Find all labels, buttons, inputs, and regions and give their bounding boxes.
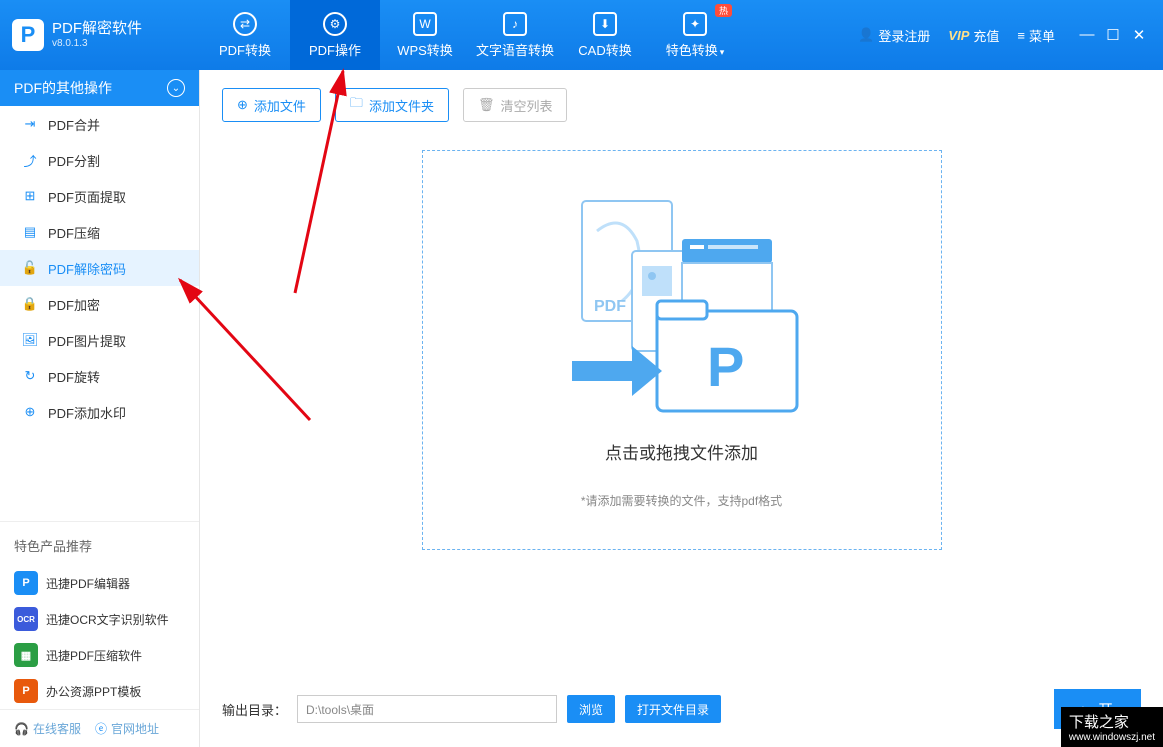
sidebar-item-compress[interactable]: ▤PDF压缩 xyxy=(0,214,199,250)
sidebar-item-split[interactable]: ⤴PDF分割 xyxy=(0,142,199,178)
promo-pdf-editor[interactable]: P迅捷PDF编辑器 xyxy=(0,565,199,601)
output-bar: 输出目录： 浏览 打开文件目录 ▸ 开 xyxy=(222,669,1141,729)
content-area: ⊕添加文件 🗀添加文件夹 🗑清空列表 PDF xyxy=(200,70,1163,747)
watermark: 下载之家 www.windowszj.net xyxy=(1061,707,1163,747)
promo-ocr[interactable]: OCR迅捷OCR文字识别软件 xyxy=(0,601,199,637)
user-icon: 👤 xyxy=(858,27,874,43)
sidebar-item-remove-password[interactable]: 🔓PDF解除密码 xyxy=(0,250,199,286)
close-button[interactable]: ✕ xyxy=(1131,26,1147,44)
add-file-icon: ⊕ xyxy=(237,97,248,113)
header-right: 👤 登录注册 VIP 充值 ≡ 菜单 — ☐ ✕ xyxy=(858,26,1163,45)
audio-icon: ♪ xyxy=(503,12,527,36)
convert-icon: ⇄ xyxy=(233,12,257,36)
drop-zone[interactable]: PDF P 点击或拖拽文件添加 *请添加需要转换的文件，支持 xyxy=(422,150,942,550)
tab-wps-convert[interactable]: W WPS转换 xyxy=(380,0,470,70)
sidebar-item-merge[interactable]: ⇥PDF合并 xyxy=(0,106,199,142)
tab-cad-convert[interactable]: ⬇ CAD转换 xyxy=(560,0,650,70)
promo-icon: P xyxy=(14,571,38,595)
sidebar-item-watermark[interactable]: ⊕PDF添加水印 xyxy=(0,394,199,430)
split-icon: ⤴ xyxy=(22,152,38,168)
app-header: P PDF解密软件 v8.0.1.3 ⇄ PDF转换 ⚙ PDF操作 W WPS… xyxy=(0,0,1163,70)
content-toolbar: ⊕添加文件 🗀添加文件夹 🗑清空列表 xyxy=(222,88,1141,122)
headset-icon: 🎧 xyxy=(14,722,29,736)
tab-text-speech[interactable]: ♪ 文字语音转换 xyxy=(470,0,560,70)
wps-icon: W xyxy=(413,12,437,36)
drop-main-text: 点击或拖拽文件添加 xyxy=(605,439,758,464)
sidebar-item-encrypt[interactable]: 🔒PDF加密 xyxy=(0,286,199,322)
minimize-button[interactable]: — xyxy=(1079,26,1095,44)
nav-tabs: ⇄ PDF转换 ⚙ PDF操作 W WPS转换 ♪ 文字语音转换 ⬇ CAD转换… xyxy=(200,0,740,70)
clear-list-button[interactable]: 🗑清空列表 xyxy=(463,88,568,122)
output-path-input[interactable] xyxy=(297,695,557,723)
browse-button[interactable]: 浏览 xyxy=(567,695,615,723)
output-label: 输出目录： xyxy=(222,700,287,719)
rotate-icon: ↻ xyxy=(22,368,38,384)
svg-text:PDF: PDF xyxy=(594,298,626,315)
maximize-button[interactable]: ☐ xyxy=(1105,26,1121,44)
merge-icon: ⇥ xyxy=(22,116,38,132)
sidebar-header[interactable]: PDF的其他操作 ⌄ xyxy=(0,70,199,106)
image-icon: 🖼 xyxy=(22,332,38,348)
add-folder-button[interactable]: 🗀添加文件夹 xyxy=(335,88,449,122)
menu-button[interactable]: ≡ 菜单 xyxy=(1017,26,1055,45)
official-site[interactable]: ⓔ官网地址 xyxy=(95,720,159,737)
login-register[interactable]: 👤 登录注册 xyxy=(858,26,930,45)
promo-icon: OCR xyxy=(14,607,38,631)
sidebar-footer: 🎧在线客服 ⓔ官网地址 xyxy=(0,709,199,747)
extract-page-icon: ⊞ xyxy=(22,188,38,204)
promo-compress[interactable]: ▦迅捷PDF压缩软件 xyxy=(0,637,199,673)
tab-label: PDF操作 xyxy=(309,40,361,59)
sidebar-promo: 特色产品推荐 P迅捷PDF编辑器 OCR迅捷OCR文字识别软件 ▦迅捷PDF压缩… xyxy=(0,521,199,747)
lock-icon: 🔒 xyxy=(22,296,38,312)
open-dir-button[interactable]: 打开文件目录 xyxy=(625,695,721,723)
sidebar-item-extract-image[interactable]: 🖼PDF图片提取 xyxy=(0,322,199,358)
hot-badge: 热 xyxy=(715,4,732,17)
online-service[interactable]: 🎧在线客服 xyxy=(14,720,81,737)
tab-label: 特色转换 xyxy=(666,43,718,58)
sidebar-list: ⇥PDF合并 ⤴PDF分割 ⊞PDF页面提取 ▤PDF压缩 🔓PDF解除密码 🔒… xyxy=(0,106,199,430)
tab-label: WPS转换 xyxy=(397,40,453,59)
app-logo-icon: P xyxy=(12,19,44,51)
tab-label: CAD转换 xyxy=(578,40,631,59)
gear-icon: ⚙ xyxy=(323,12,347,36)
compress-icon: ▤ xyxy=(22,224,38,240)
tab-pdf-operate[interactable]: ⚙ PDF操作 xyxy=(290,0,380,70)
watermark-icon: ⊕ xyxy=(22,404,38,420)
sidebar-item-extract-page[interactable]: ⊞PDF页面提取 xyxy=(0,178,199,214)
promo-icon: ▦ xyxy=(14,643,38,667)
drop-illustration: PDF P xyxy=(552,191,812,421)
vip-recharge[interactable]: VIP 充值 xyxy=(948,26,999,45)
logo-area: P PDF解密软件 v8.0.1.3 xyxy=(0,19,200,51)
promo-title: 特色产品推荐 xyxy=(0,521,199,565)
promo-icon: P xyxy=(14,679,38,703)
tab-pdf-convert[interactable]: ⇄ PDF转换 xyxy=(200,0,290,70)
special-icon: ✦ xyxy=(683,12,707,36)
sidebar: PDF的其他操作 ⌄ ⇥PDF合并 ⤴PDF分割 ⊞PDF页面提取 ▤PDF压缩… xyxy=(0,70,200,747)
drop-hint-text: *请添加需要转换的文件，支持pdf格式 xyxy=(581,492,782,509)
vip-text: VIP xyxy=(948,28,969,43)
svg-text:P: P xyxy=(707,335,744,398)
main-area: PDF的其他操作 ⌄ ⇥PDF合并 ⤴PDF分割 ⊞PDF页面提取 ▤PDF压缩… xyxy=(0,70,1163,747)
collapse-icon[interactable]: ⌄ xyxy=(167,79,185,97)
cad-icon: ⬇ xyxy=(593,12,617,36)
app-version: v8.0.1.3 xyxy=(52,38,142,49)
add-file-button[interactable]: ⊕添加文件 xyxy=(222,88,321,122)
app-title: PDF解密软件 xyxy=(52,21,142,38)
tab-label: 文字语音转换 xyxy=(476,40,554,59)
tab-special-convert[interactable]: 热 ✦ 特色转换▾ xyxy=(650,0,740,70)
add-folder-icon: 🗀 xyxy=(350,94,363,116)
unlock-icon: 🔓 xyxy=(22,260,38,276)
tab-label: PDF转换 xyxy=(219,40,271,59)
ie-icon: ⓔ xyxy=(95,720,107,737)
chevron-down-icon: ▾ xyxy=(720,47,725,57)
trash-icon: 🗑 xyxy=(478,97,495,113)
sidebar-item-rotate[interactable]: ↻PDF旋转 xyxy=(0,358,199,394)
menu-icon: ≡ xyxy=(1017,28,1025,43)
promo-ppt[interactable]: P办公资源PPT模板 xyxy=(0,673,199,709)
